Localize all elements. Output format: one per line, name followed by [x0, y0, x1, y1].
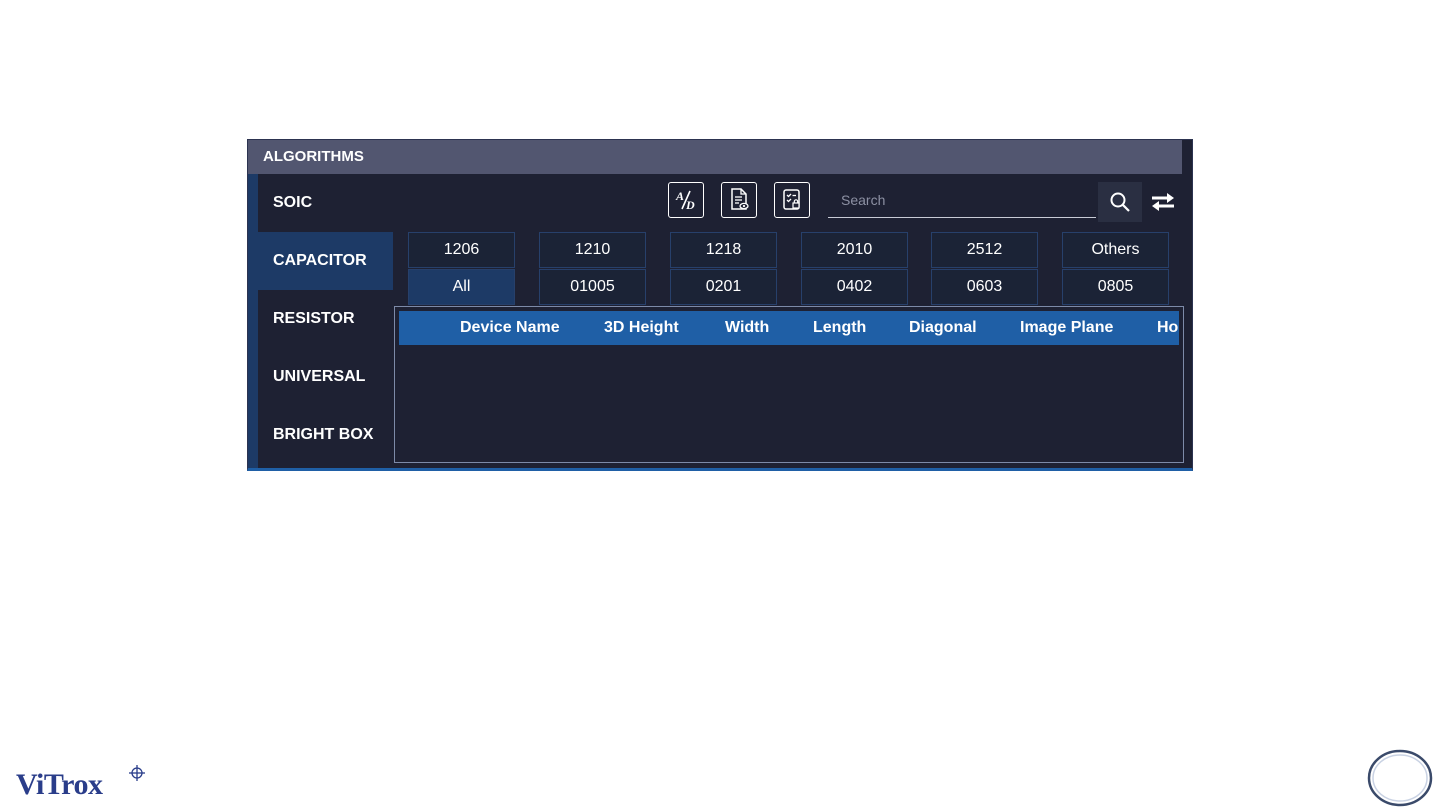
size-filter-0603[interactable]: 0603: [931, 269, 1038, 305]
size-filter-1206[interactable]: 1206: [408, 232, 515, 268]
sidebar-item-soic[interactable]: SOIC: [258, 174, 393, 232]
sidebar-item-resistor[interactable]: RESISTOR: [258, 290, 393, 348]
vitrox-logo: ViTrox: [16, 764, 166, 804]
sidebar-strip: [248, 174, 258, 468]
crosshair-mark-icon: [129, 765, 145, 781]
panel-header-edge: [1182, 140, 1192, 174]
column-3d-height[interactable]: 3D Height: [604, 311, 679, 345]
panel-title: ALGORITHMS: [248, 140, 1182, 174]
search-icon: [1110, 192, 1130, 212]
search-input[interactable]: [828, 182, 1096, 217]
sidebar-item-bright-box[interactable]: BRIGHT BOX: [258, 406, 393, 464]
column-diagonal[interactable]: Diagonal: [909, 311, 977, 345]
swap-arrows-icon: [1152, 193, 1174, 211]
checklist-lock-button[interactable]: [774, 182, 810, 218]
device-table: Device Name 3D Height Width Length Diago…: [394, 306, 1184, 463]
svg-text:D: D: [685, 198, 695, 212]
checklist-lock-icon: [783, 189, 800, 210]
sidebar-item-universal[interactable]: UNIVERSAL: [258, 348, 393, 406]
column-ho-truncated[interactable]: Ho: [1157, 311, 1178, 345]
document-view-button[interactable]: [721, 182, 757, 218]
size-filter-2512[interactable]: 2512: [931, 232, 1038, 268]
size-filter-2010[interactable]: 2010: [801, 232, 908, 268]
logo-text: ViTrox: [16, 768, 103, 801]
size-filter-1210[interactable]: 1210: [539, 232, 646, 268]
size-filter-0805[interactable]: 0805: [1062, 269, 1169, 305]
column-device-name[interactable]: Device Name: [460, 311, 560, 345]
ad-toggle-button[interactable]: A D: [668, 182, 704, 218]
svg-text:A: A: [675, 189, 684, 203]
algorithm-sidebar: SOIC CAPACITOR RESISTOR UNIVERSAL BRIGHT…: [258, 174, 393, 464]
column-length[interactable]: Length: [813, 311, 866, 345]
size-filter-1218[interactable]: 1218: [670, 232, 777, 268]
search-button[interactable]: [1098, 182, 1142, 222]
size-filter-0402[interactable]: 0402: [801, 269, 908, 305]
size-filter-others[interactable]: Others: [1062, 232, 1169, 268]
decorative-ring-icon: [1367, 749, 1433, 807]
search-field: [828, 182, 1096, 218]
size-filter-01005[interactable]: 01005: [539, 269, 646, 305]
ad-toggle-icon: A D: [675, 189, 695, 212]
table-header: Device Name 3D Height Width Length Diago…: [399, 311, 1179, 345]
sidebar-item-capacitor[interactable]: CAPACITOR: [258, 232, 393, 290]
size-filter-all[interactable]: All: [408, 269, 515, 305]
column-width[interactable]: Width: [725, 311, 769, 345]
size-filter-0201[interactable]: 0201: [670, 269, 777, 305]
algorithms-panel: ALGORITHMS SOIC CAPACITOR RESISTOR UNIVE…: [247, 139, 1193, 471]
document-view-icon: [731, 188, 749, 210]
swap-button[interactable]: [1148, 186, 1178, 218]
column-image-plane[interactable]: Image Plane: [1020, 311, 1113, 345]
